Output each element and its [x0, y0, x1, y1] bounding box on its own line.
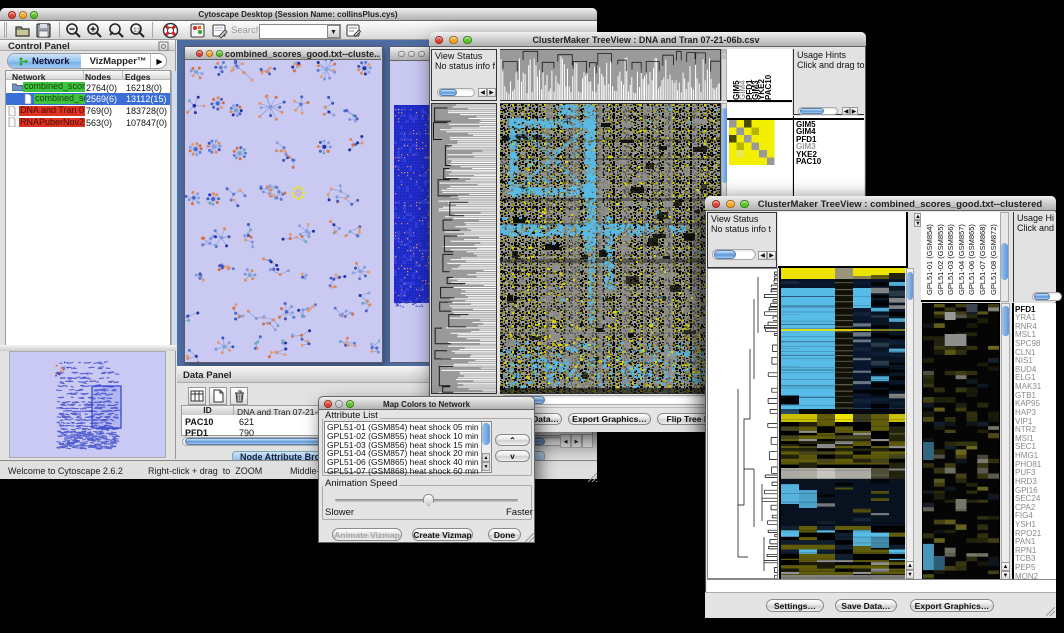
svg-text:1:1: 1:1 [134, 28, 141, 34]
